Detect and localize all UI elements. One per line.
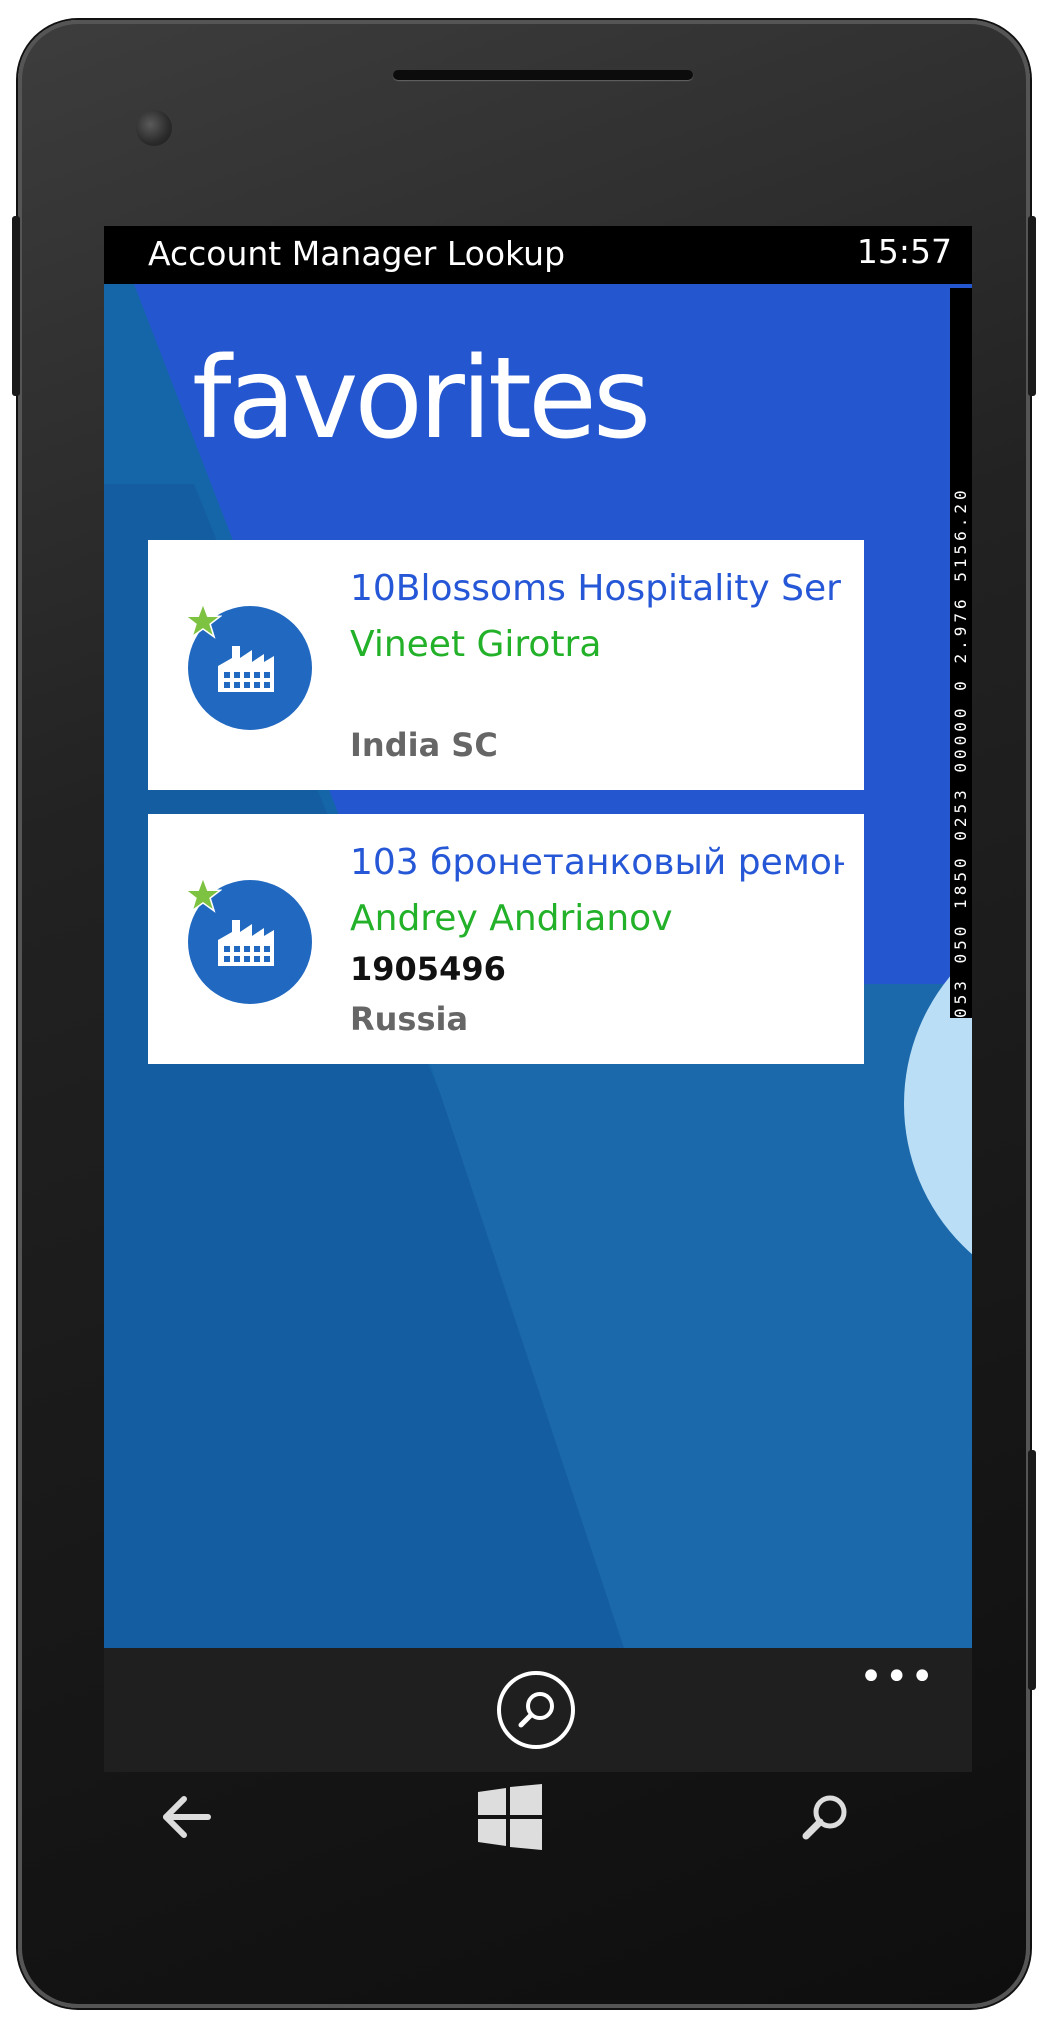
clock: 15:57 — [856, 232, 952, 271]
power-button — [1028, 216, 1036, 396]
front-camera — [136, 110, 172, 146]
account-name: 103 бронетанковый ремон — [350, 842, 844, 883]
volume-button — [12, 216, 20, 396]
search-icon[interactable] — [798, 1790, 852, 1844]
phone-frame: Account Manager Lookup 15:57 favorites 0… — [12, 20, 1036, 2008]
more-options-button[interactable]: ••• — [859, 1654, 936, 1700]
speaker-grille — [393, 70, 693, 80]
account-id: 1905496 — [350, 950, 506, 988]
favorite-card[interactable]: 103 бронетанковый ремон Andrey Andrianov… — [148, 814, 864, 1064]
account-region: Russia — [350, 1000, 469, 1038]
screen: Account Manager Lookup 15:57 favorites 0… — [104, 226, 972, 1772]
favorite-star-icon — [184, 602, 222, 639]
favorite-star-icon — [184, 876, 222, 913]
app-title: Account Manager Lookup — [148, 234, 566, 273]
app-bar: ••• — [104, 1648, 972, 1772]
account-manager: Andrey Andrianov — [350, 898, 673, 939]
status-bar: Account Manager Lookup 15:57 — [104, 226, 972, 284]
favorites-page: favorites 053 050 1850 0253 00000 0 2.97… — [104, 284, 972, 1648]
account-manager: Vineet Girotra — [350, 624, 602, 665]
account-name: 10Blossoms Hospitality Ser — [350, 568, 841, 609]
search-icon[interactable] — [496, 1670, 576, 1750]
page-title: favorites — [192, 334, 651, 464]
camera-button — [1028, 1450, 1036, 1690]
windows-icon[interactable] — [476, 1784, 544, 1850]
favorite-card[interactable]: 10Blossoms Hospitality Ser Vineet Girotr… — [148, 540, 864, 790]
back-icon[interactable] — [160, 1790, 214, 1844]
account-region: India SC — [350, 726, 498, 764]
frame-rate-counter: 053 050 1850 0253 00000 0 2.976 5156.20 — [950, 288, 972, 1018]
